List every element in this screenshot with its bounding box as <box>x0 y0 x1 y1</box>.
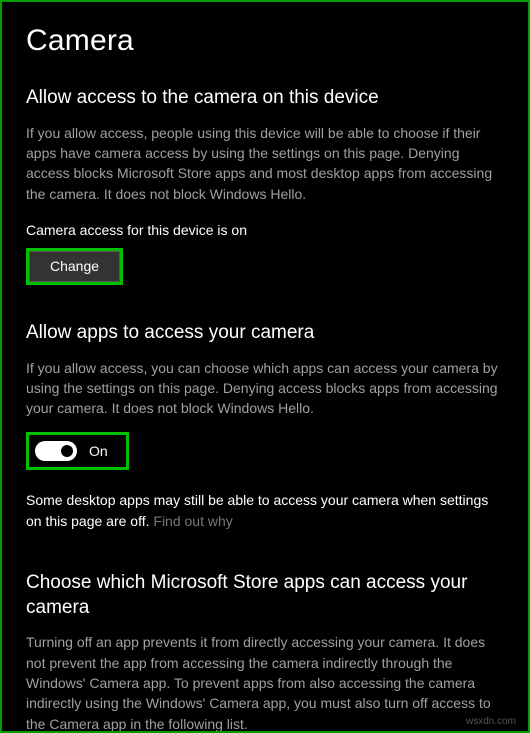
app-access-description: If you allow access, you can choose whic… <box>26 358 504 419</box>
desktop-apps-note: Some desktop apps may still be able to a… <box>26 490 504 531</box>
app-access-toggle-label: On <box>89 443 108 459</box>
section-heading-device-access: Allow access to the camera on this devic… <box>26 86 504 111</box>
change-button-highlight: Change <box>26 248 123 285</box>
section-heading-choose-apps: Choose which Microsoft Store apps can ac… <box>26 571 504 620</box>
app-access-toggle-highlight: On <box>26 432 129 470</box>
device-access-status: Camera access for this device is on <box>26 222 504 238</box>
choose-apps-description: Turning off an app prevents it from dire… <box>26 632 504 733</box>
watermark-text: wsxdn.com <box>466 716 516 727</box>
settings-page: Camera Allow access to the camera on thi… <box>0 0 530 733</box>
find-out-why-link[interactable]: Find out why <box>153 513 232 529</box>
desktop-apps-note-text: Some desktop apps may still be able to a… <box>26 492 488 528</box>
device-access-description: If you allow access, people using this d… <box>26 123 504 204</box>
change-button[interactable]: Change <box>29 251 120 282</box>
toggle-knob-icon <box>61 445 73 457</box>
section-heading-app-access: Allow apps to access your camera <box>26 321 504 346</box>
page-title: Camera <box>26 24 504 58</box>
app-access-toggle[interactable] <box>35 441 77 461</box>
